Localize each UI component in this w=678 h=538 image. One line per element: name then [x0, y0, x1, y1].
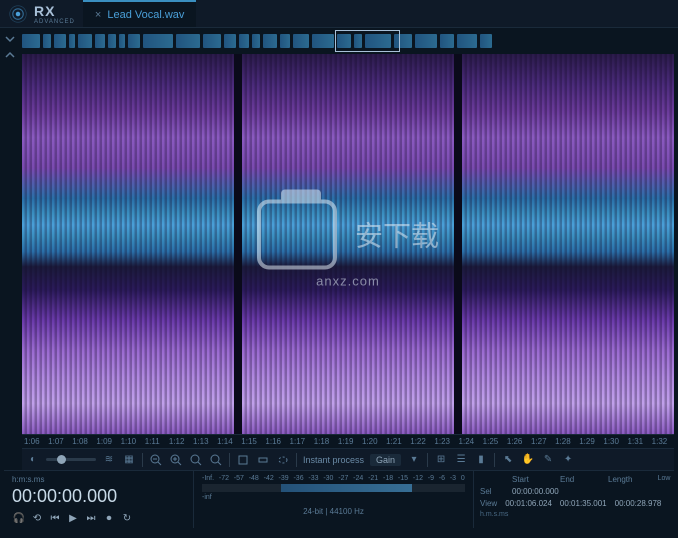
zoom-slider[interactable] — [46, 458, 96, 461]
ruler-tick: 1:13 — [191, 437, 215, 446]
app-header: RX ADVANCED × Lead Vocal.wav — [0, 0, 678, 28]
ruler-tick: 1:10 — [119, 437, 143, 446]
collapse-up-icon[interactable] — [3, 48, 17, 62]
wand-icon[interactable]: ✦ — [561, 453, 575, 467]
record-icon[interactable]: ⏺ — [102, 511, 116, 525]
ruler-tick: 1:15 — [239, 437, 263, 446]
selection-row: Sel00:00:00.000 — [480, 487, 648, 496]
db-scale: -Inf.-72-57-48-42-39-36-33-30-27-24-21-1… — [202, 475, 465, 482]
tool-time-icon[interactable] — [236, 453, 250, 467]
selection-panel: Start End Length Sel00:00:00.000View00:0… — [474, 471, 654, 528]
time-format-label: h:m:s.ms — [12, 475, 185, 484]
collapse-down-icon[interactable] — [3, 32, 17, 46]
meter-start-label: -inf — [202, 494, 465, 501]
ruler-tick: 1:22 — [408, 437, 432, 446]
toolbar: ◐ ≋ ▦ Instant process Gain ▾ ⊞ ☰ ▮ ⬉ ✋ ✎… — [22, 448, 674, 470]
time-ruler[interactable]: 1:061:071:081:091:101:111:121:131:141:15… — [22, 434, 674, 448]
transport-controls: 🎧 ⟲ ⏮ ▶ ⏭ ⏺ ↻ — [12, 511, 185, 525]
waveform-icon[interactable]: ≋ — [102, 453, 116, 467]
spectrogram-panel — [462, 54, 674, 434]
meter-panel: -Inf.-72-57-48-42-39-36-33-30-27-24-21-1… — [194, 471, 474, 528]
ruler-tick: 1:24 — [457, 437, 481, 446]
tool-freq-icon[interactable] — [256, 453, 270, 467]
eyedropper-icon[interactable]: ✎ — [541, 453, 555, 467]
selection-row: View00:01:06.02400:01:35.00100:00:28.978 — [480, 499, 648, 508]
ruler-tick: 1:14 — [215, 437, 239, 446]
loudness-panel: Low — [654, 471, 674, 528]
ruler-tick: 1:23 — [432, 437, 456, 446]
repeat-icon[interactable]: ↻ — [120, 511, 134, 525]
zoom-in-icon[interactable] — [169, 453, 183, 467]
overview-waveform[interactable] — [22, 28, 674, 54]
ruler-tick: 1:30 — [601, 437, 625, 446]
list-icon[interactable]: ☰ — [454, 453, 468, 467]
close-icon[interactable]: × — [95, 9, 101, 21]
ruler-tick: 1:08 — [70, 437, 94, 446]
ruler-tick: 1:16 — [263, 437, 287, 446]
ruler-tick: 1:18 — [312, 437, 336, 446]
overview-selection[interactable] — [335, 30, 400, 52]
app-edition: ADVANCED — [34, 19, 75, 25]
time-panel: h:m:s.ms 00:00:00.000 🎧 ⟲ ⏮ ▶ ⏭ ⏺ ↻ — [4, 471, 194, 528]
selection-unit: h.m.s.ms — [480, 511, 648, 518]
ruler-tick: 1:25 — [481, 437, 505, 446]
ruler-tick: 1:19 — [336, 437, 360, 446]
hand-icon[interactable]: ✋ — [521, 453, 535, 467]
instant-process-label[interactable]: Instant process — [303, 455, 364, 465]
ruler-tick: 1:27 — [529, 437, 553, 446]
file-tab[interactable]: × Lead Vocal.wav — [83, 0, 197, 27]
zoom-icon[interactable]: ◐ — [26, 453, 40, 467]
skip-forward-icon[interactable]: ⏭ — [84, 511, 98, 525]
ruler-tick: 1:06 — [22, 437, 46, 446]
playhead-time: 00:00:00.000 — [12, 486, 185, 507]
ruler-tick: 1:20 — [360, 437, 384, 446]
ruler-tick: 1:32 — [650, 437, 674, 446]
loudness-label: Low — [656, 475, 672, 482]
level-meter — [202, 484, 465, 492]
zoom-fit-icon[interactable] — [189, 453, 203, 467]
loop-icon[interactable]: ⟲ — [30, 511, 44, 525]
spectrogram-panel — [242, 54, 454, 434]
ruler-tick: 1:29 — [577, 437, 601, 446]
ruler-tick: 1:09 — [94, 437, 118, 446]
skip-back-icon[interactable]: ⏮ — [48, 511, 62, 525]
format-info: 24-bit | 44100 Hz — [202, 507, 465, 516]
bottom-panel: h:m:s.ms 00:00:00.000 🎧 ⟲ ⏮ ▶ ⏭ ⏺ ↻ -Inf… — [4, 470, 674, 528]
grid-icon[interactable]: ⊞ — [434, 453, 448, 467]
ruler-tick: 1:31 — [626, 437, 650, 446]
zoom-out-icon[interactable] — [149, 453, 163, 467]
ruler-tick: 1:12 — [167, 437, 191, 446]
ruler-tick: 1:26 — [505, 437, 529, 446]
play-icon[interactable]: ▶ — [66, 511, 80, 525]
spectrogram-icon[interactable]: ▦ — [122, 453, 136, 467]
ruler-tick: 1:28 — [553, 437, 577, 446]
ruler-tick: 1:21 — [384, 437, 408, 446]
tool-lasso-icon[interactable] — [276, 453, 290, 467]
ruler-tick: 1:07 — [46, 437, 70, 446]
ruler-tick: 1:11 — [143, 437, 167, 446]
app-name: RX — [34, 3, 75, 19]
gain-button[interactable]: Gain — [370, 454, 401, 466]
headphones-icon[interactable]: 🎧 — [12, 511, 26, 525]
ruler-tick: 1:17 — [288, 437, 312, 446]
app-logo-icon — [8, 4, 28, 24]
marker-icon[interactable]: ▮ — [474, 453, 488, 467]
cursor-icon[interactable]: ⬉ — [501, 453, 515, 467]
spectrogram-display[interactable]: M 安下载 anxz.com — [22, 54, 674, 434]
zoom-selection-icon[interactable] — [209, 453, 223, 467]
spectrogram-panel — [22, 54, 234, 434]
logo-area: RX ADVANCED — [0, 3, 83, 25]
file-name: Lead Vocal.wav — [107, 9, 184, 21]
side-controls — [3, 32, 19, 62]
dropdown-icon[interactable]: ▾ — [407, 453, 421, 467]
